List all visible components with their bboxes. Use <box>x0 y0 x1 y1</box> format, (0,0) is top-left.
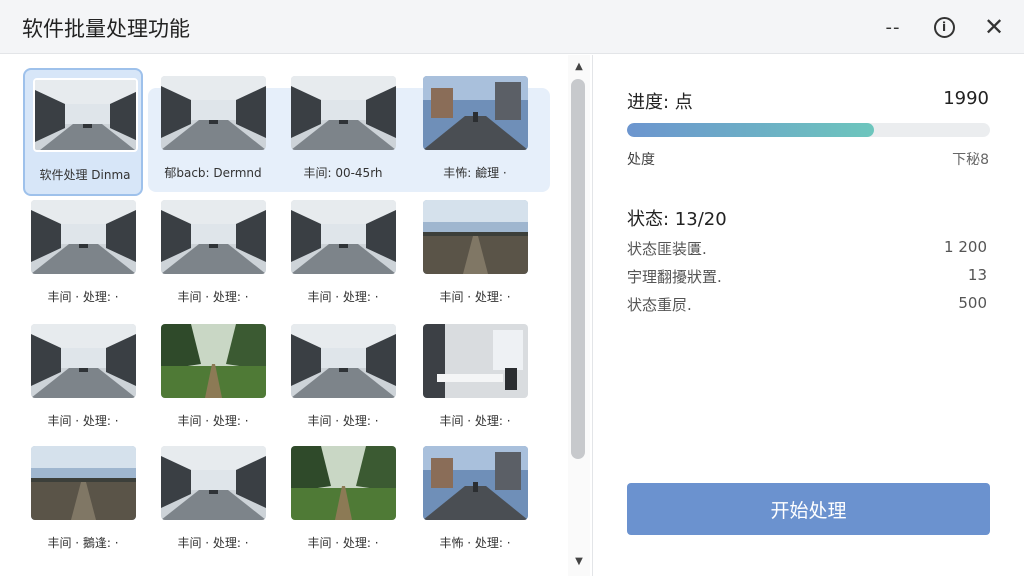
scroll-down-icon[interactable]: ▼ <box>573 556 585 567</box>
minimize-button[interactable]: -- <box>876 11 910 43</box>
thumbnail-caption: 郁bacb: Dermnd <box>164 166 262 180</box>
info-button[interactable]: i <box>927 11 961 43</box>
thumbnail-tile[interactable]: 丰间 · 处理: · <box>283 192 403 320</box>
thumbnail-image <box>31 200 136 274</box>
thumbnail-image <box>291 200 396 274</box>
thumbnail-tile[interactable]: 丰间 · 处理: · <box>415 316 535 444</box>
status-item: 状态匪装匱. 1 200 <box>627 238 989 259</box>
thumbnail-caption: 软件处理 Dinma <box>39 168 131 182</box>
close-button[interactable]: ✕ <box>977 11 1011 43</box>
progress-header: 进度: 点 1990 <box>627 88 989 114</box>
title-bar: 软件批量处理功能 -- i ✕ <box>0 0 1024 54</box>
thumbnail-image <box>423 200 528 274</box>
thumbnail-caption: 丰间 · 处理: · <box>177 290 249 304</box>
thumbnail-caption: 丰怖: 鹼理 · <box>443 166 507 180</box>
status-item-value: 13 <box>967 266 987 284</box>
thumbnail-image <box>161 76 266 150</box>
thumbnail-caption: 丰间 · 处理: · <box>307 414 379 428</box>
progress-subrow: 处度 下秘8 <box>627 149 989 169</box>
thumbnail-tile[interactable]: 丰怖: 鹼理 · <box>415 68 535 196</box>
thumbnail-tile[interactable]: 丰间 · 处理: · <box>283 438 403 566</box>
thumbnail-caption: 丰间 · 处理: · <box>47 290 119 304</box>
progress-sub-value: 下秘8 <box>952 152 989 168</box>
scrollbar-thumb[interactable] <box>571 79 585 459</box>
thumbnail-tile[interactable]: 软件处理 Dinma <box>23 68 143 196</box>
thumbnail-tile[interactable]: 郁bacb: Dermnd <box>153 68 273 196</box>
thumbnail-caption: 丰间 · 处理: · <box>47 414 119 428</box>
thumbnail-caption: 丰间 · 处理: · <box>177 536 249 550</box>
status-item-value: 1 200 <box>944 238 987 256</box>
thumbnail-tile[interactable]: 丰怖 · 处理: · <box>415 438 535 566</box>
thumbnail-tile[interactable]: 丰间: 00-45rh <box>283 68 403 196</box>
thumbnail-caption: 丰怖 · 处理: · <box>439 536 511 550</box>
thumbnail-caption: 丰间 · 处理: · <box>177 414 249 428</box>
thumbnail-image <box>291 446 396 520</box>
window-title: 软件批量处理功能 <box>22 17 190 41</box>
thumbnail-image <box>423 76 528 150</box>
thumbnail-caption: 丰间 · 处理: · <box>307 536 379 550</box>
thumbnail-image <box>31 446 136 520</box>
thumbnail-tile[interactable]: 丰间 · 鵝逢: · <box>23 438 143 566</box>
thumbnail-caption: 丰间 · 处理: · <box>439 290 511 304</box>
thumbnail-image <box>291 76 396 150</box>
start-processing-button[interactable]: 开始处理 <box>627 483 990 535</box>
gallery-scrollbar[interactable]: ▲ ▼ <box>568 55 590 576</box>
processing-panel: 进度: 点 1990 处度 下秘8 状态: 13/20 状态匪装匱. 1 200… <box>593 55 1024 576</box>
thumbnail-image <box>161 324 266 398</box>
progress-label: 进度: 点 <box>627 92 693 113</box>
status-item: 状态重屃. 500 <box>627 294 989 315</box>
status-item-value: 500 <box>958 294 987 312</box>
app-window: 软件批量处理功能 -- i ✕ 软件处理 Dinma 郁bacb: Dermnd 丰… <box>0 0 1024 576</box>
thumbnail-tile[interactable]: 丰间 · 处理: · <box>153 438 273 566</box>
thumbnail-caption: 丰间: 00-45rh <box>303 166 383 180</box>
thumbnail-tile[interactable]: 丰间 · 处理: · <box>283 316 403 444</box>
thumbnail-image <box>33 78 138 152</box>
thumbnail-tile[interactable]: 丰间 · 处理: · <box>23 192 143 320</box>
status-item: 宇理翻擾狀置. 13 <box>627 266 989 287</box>
image-gallery: 软件处理 Dinma 郁bacb: Dermnd 丰间: 00-45rh 丰怖: 鹼理… <box>0 55 568 576</box>
thumbnail-tile[interactable]: 丰间 · 处理: · <box>23 316 143 444</box>
status-item-label: 宇理翻擾狀置. <box>627 268 722 286</box>
thumbnail-tile[interactable]: 丰间 · 处理: · <box>153 192 273 320</box>
thumbnail-image <box>291 324 396 398</box>
thumbnail-caption: 丰间 · 鵝逢: · <box>47 536 119 550</box>
status-item-label: 状态匪装匱. <box>627 240 707 258</box>
progress-value: 1990 <box>943 88 989 109</box>
status-header: 状态: 13/20 <box>627 205 989 231</box>
thumbnail-caption: 丰间 · 处理: · <box>307 290 379 304</box>
thumbnail-tile[interactable]: 丰间 · 处理: · <box>415 192 535 320</box>
scroll-up-icon[interactable]: ▲ <box>573 61 585 72</box>
thumbnail-image <box>161 200 266 274</box>
thumbnail-image <box>423 446 528 520</box>
status-item-label: 状态重屃. <box>627 296 692 314</box>
progress-bar <box>627 123 990 137</box>
thumbnail-image <box>31 324 136 398</box>
thumbnail-caption: 丰间 · 处理: · <box>439 414 511 428</box>
thumbnail-image <box>423 324 528 398</box>
info-icon: i <box>933 16 955 38</box>
progress-bar-fill <box>627 123 874 137</box>
thumbnail-image <box>161 446 266 520</box>
close-icon: ✕ <box>983 13 1005 41</box>
progress-sub-label: 处度 <box>627 152 655 168</box>
status-label: 状态: 13/20 <box>627 209 727 230</box>
thumbnail-tile[interactable]: 丰间 · 处理: · <box>153 316 273 444</box>
